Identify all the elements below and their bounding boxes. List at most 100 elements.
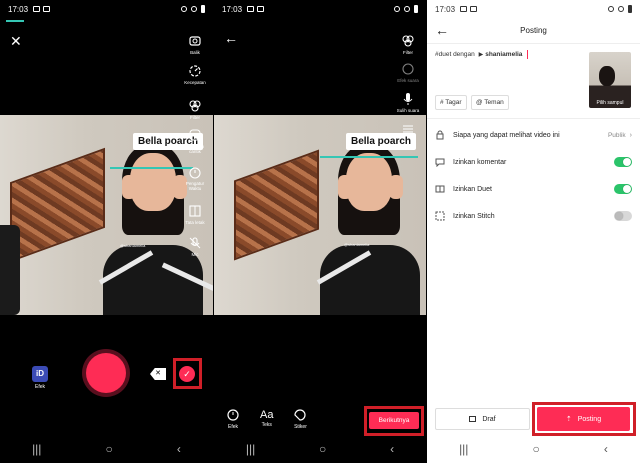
divider [427, 118, 640, 119]
camera-screen: 17:03 ✕ @shaniamelia Bella poarch Balik [0, 0, 213, 463]
battery-icon [201, 5, 205, 13]
tool-voiceover[interactable]: Sulih suara [394, 92, 422, 113]
recents-icon[interactable]: ||| [32, 442, 41, 456]
text-icon: Aa [260, 409, 274, 421]
cover-thumbnail[interactable]: Pilih sampul [589, 52, 631, 108]
effects-icon [227, 409, 239, 421]
tool-beauty[interactable]: Tampilan cantik [181, 128, 209, 154]
gallery-icon [43, 6, 51, 12]
tool-label: Sulih suara [396, 108, 420, 113]
timer-icon [189, 167, 201, 179]
android-nav: ||| ○ ‹ [0, 435, 213, 463]
comments-label: Izinkan komentar [453, 158, 507, 166]
filter-icon [402, 35, 414, 47]
tool-speed[interactable]: Kecepatan [181, 64, 209, 85]
recents-icon[interactable]: ||| [459, 442, 468, 456]
privacy-label: Siapa yang dapat melihat video ini [453, 131, 560, 139]
hashtag-chip[interactable]: # Tagar [435, 95, 467, 110]
edit-screen: 17:03 ← @shaniamelia Bella poarch Filter… [214, 0, 426, 463]
gallery-icon [460, 6, 468, 12]
watermark: @shaniamelia [344, 242, 370, 247]
privacy-value: Publik [607, 131, 626, 139]
tool-label: Tata letak [185, 220, 205, 225]
tool-label: Filter [190, 115, 200, 120]
duet-label: Izinkan Duet [453, 185, 492, 193]
tool-label: Stiker [294, 424, 307, 430]
effects-tool[interactable]: Efek [226, 408, 240, 430]
record-button[interactable] [86, 353, 126, 393]
draft-button[interactable]: Draf [435, 408, 530, 430]
edit-bottom-tools: Efek Aa Teks Stiker [226, 408, 336, 430]
voice-effect-icon [402, 63, 414, 75]
battery-icon [628, 5, 632, 13]
status-time: 17:03 [8, 4, 29, 14]
delete-icon: ✕ [155, 370, 161, 377]
caption-mention: shaniamelia [485, 51, 523, 59]
flip-camera-icon [189, 36, 201, 46]
battery-icon [414, 5, 418, 13]
tool-label: Teks [261, 422, 272, 428]
home-icon[interactable]: ○ [319, 442, 326, 456]
mic-icon [189, 237, 201, 249]
tool-filter[interactable]: Filter [181, 99, 209, 120]
voiceover-icon [403, 93, 413, 105]
adjust-icon [403, 125, 413, 133]
friends-chip[interactable]: @ Teman [471, 95, 509, 110]
tool-voice-effect[interactable]: Efek suara [394, 62, 422, 83]
page-title: Posting [520, 26, 547, 35]
cover-label: Pilih sampul [596, 100, 624, 106]
status-time: 17:03 [435, 4, 456, 14]
delete-clip-button[interactable]: ✕ [150, 368, 166, 380]
home-icon[interactable]: ○ [106, 442, 113, 456]
comments-toggle[interactable] [614, 157, 632, 167]
tool-flip[interactable]: Balik [181, 34, 209, 55]
privacy-row[interactable]: Siapa yang dapat melihat video ini Publi… [435, 124, 632, 146]
home-icon[interactable]: ○ [533, 442, 540, 456]
watermark: @shaniamelia [120, 243, 146, 248]
wifi-icon [608, 6, 614, 12]
duet-icon [435, 185, 445, 193]
status-bar: 17:03 [214, 0, 426, 18]
android-nav: ||| ○ ‹ [214, 435, 426, 463]
effects-button[interactable]: iD Efek [30, 366, 50, 390]
tool-label: Kecepatan [184, 80, 206, 85]
draft-label: Draf [482, 415, 496, 423]
effects-label: Efek [34, 384, 45, 390]
duet-toggle[interactable] [614, 184, 632, 194]
posting-screen: 17:03 ← Posting #duet dengan ▶ shaniameli… [427, 0, 640, 463]
recents-icon[interactable]: ||| [246, 442, 255, 456]
tool-layout[interactable]: Tata letak [181, 204, 209, 225]
wifi-icon [394, 6, 400, 12]
gallery-icon [33, 6, 41, 12]
back-icon[interactable]: ‹ [390, 442, 394, 456]
tool-mic[interactable]: Mic [181, 236, 209, 257]
sticker-tool[interactable]: Stiker [293, 408, 307, 430]
tool-timer[interactable]: Pengatur Waktu [181, 165, 209, 191]
tool-label: Efek suara [397, 78, 419, 83]
highlight-box [364, 406, 424, 436]
tool-label: Filter [403, 50, 413, 55]
back-arrow-icon[interactable]: ← [224, 30, 238, 46]
dnd-icon [191, 6, 197, 12]
status-time: 17:03 [222, 4, 243, 14]
text-cursor [527, 50, 529, 59]
tool-filter[interactable]: Filter [394, 34, 422, 55]
caption-prefix: #duet dengan [435, 51, 475, 59]
lock-icon [436, 130, 444, 140]
back-icon[interactable]: ‹ [604, 442, 608, 456]
highlight-box [173, 358, 202, 389]
caption-input[interactable]: #duet dengan ▶ shaniamelia [435, 50, 585, 59]
tool-adjust[interactable] [394, 122, 422, 138]
tool-label: Mic [191, 252, 199, 257]
dnd-icon [404, 6, 410, 12]
beauty-icon [189, 129, 201, 141]
chevron-right-icon: › [629, 131, 632, 139]
back-icon[interactable]: ‹ [177, 442, 181, 456]
record-progress [6, 20, 24, 22]
text-tool[interactable]: Aa Teks [260, 408, 273, 430]
wifi-icon [181, 6, 187, 12]
duet-row: Izinkan Duet [435, 178, 632, 200]
stitch-toggle[interactable] [614, 211, 632, 221]
stitch-row: Izinkan Stitch [435, 205, 632, 227]
close-icon[interactable]: ✕ [10, 34, 22, 48]
